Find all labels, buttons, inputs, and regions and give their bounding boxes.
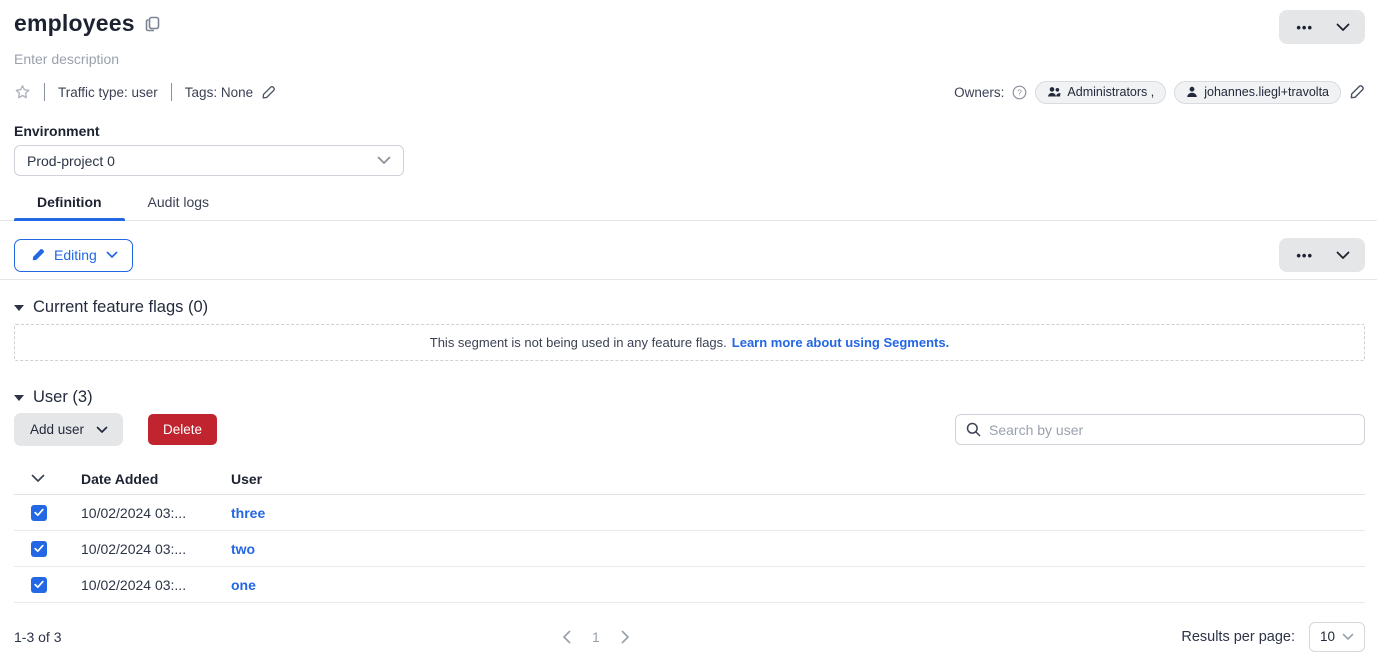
results-per-page: Results per page: 10 [1181,622,1365,652]
check-icon [34,580,44,589]
feature-flags-empty-state: This segment is not being used in any fe… [14,324,1365,361]
user-controls: Add user Delete [0,413,1377,446]
delete-button[interactable]: Delete [148,414,217,445]
table-header-row: Date Added User [14,463,1365,495]
header-actions: ••• [1279,10,1365,44]
traffic-type-label: Traffic type: user [58,85,158,100]
editing-label: Editing [54,247,97,263]
segments-learn-more-link[interactable]: Learn more about using Segments. [732,335,949,350]
group-icon [1047,86,1061,98]
toolbar-chevron-down-icon[interactable] [1326,238,1365,272]
svg-text:?: ? [1018,87,1023,97]
table-row: 10/02/2024 03:... one [14,567,1365,603]
toolbar: Editing ••• [0,238,1377,272]
column-header-date-added: Date Added [81,471,231,487]
cell-date-added: 10/02/2024 03:... [81,577,231,593]
pencil-icon [31,248,45,262]
chevron-down-icon [106,251,118,259]
toolbar-actions: ••• [1279,238,1365,272]
person-icon [1186,86,1198,98]
tags-label: Tags: None [185,85,253,100]
results-range: 1-3 of 3 [14,629,61,645]
chevron-down-icon [1342,633,1354,641]
row-checkbox-checked[interactable] [31,577,47,593]
edit-tags-pencil-icon[interactable] [261,85,276,100]
user-table: Date Added User 10/02/2024 03:... three … [0,463,1377,603]
description-placeholder[interactable]: Enter description [0,51,1377,67]
per-page-select[interactable]: 10 [1309,622,1365,652]
feature-flags-section-toggle[interactable]: Current feature flags (0) [0,298,1377,317]
owner-chip-label: johannes.liegl+travolta [1204,85,1329,99]
environment-label: Environment [0,123,1377,139]
header-chevron-down-icon[interactable] [1326,10,1365,44]
next-page-icon[interactable] [619,628,632,646]
select-all-chevron-down-icon[interactable] [31,474,45,483]
help-icon[interactable]: ? [1012,85,1027,100]
environment-selected-value: Prod-project 0 [27,153,115,169]
column-header-user: User [231,471,1365,487]
meta-row: Traffic type: user Tags: None Owners: ? … [0,82,1377,102]
header: employees ••• [0,0,1377,44]
previous-page-icon[interactable] [560,628,573,646]
collapse-triangle-icon [14,395,24,401]
user-link[interactable]: three [231,505,265,521]
copy-icon[interactable] [145,16,161,32]
collapse-triangle-icon [14,305,24,311]
tab-audit-logs[interactable]: Audit logs [125,194,232,220]
feature-flags-heading: Current feature flags (0) [33,298,208,317]
search-icon [966,422,981,437]
segment-detail-page: employees ••• Enter description Traffic … [0,0,1377,668]
pagination-footer: 1-3 of 3 1 Results per page: 10 [0,621,1377,652]
row-checkbox-checked[interactable] [31,505,47,521]
user-section-toggle[interactable]: User (3) [0,388,1377,407]
check-icon [34,508,44,517]
pager: 1 [560,627,632,647]
page-number[interactable]: 1 [590,627,602,647]
owner-chip-label: Administrators , [1067,85,1154,99]
divider [44,83,45,101]
owner-chip-administrators[interactable]: Administrators , [1035,81,1166,104]
environment-select[interactable]: Prod-project 0 [14,145,404,176]
cell-date-added: 10/02/2024 03:... [81,505,231,521]
search-input[interactable] [989,422,1354,438]
page-title: employees [14,10,135,37]
user-section-heading: User (3) [33,388,93,407]
user-link[interactable]: one [231,577,256,593]
user-link[interactable]: two [231,541,255,557]
divider [0,279,1377,280]
tab-bar: Definition Audit logs [0,194,1377,221]
check-icon [34,544,44,553]
star-icon[interactable] [14,84,31,100]
add-user-label: Add user [30,422,84,437]
table-row: 10/02/2024 03:... three [14,495,1365,531]
header-more-button[interactable]: ••• [1279,10,1326,44]
cell-date-added: 10/02/2024 03:... [81,541,231,557]
results-per-page-label: Results per page: [1181,629,1295,645]
empty-state-text: This segment is not being used in any fe… [430,335,727,350]
add-user-button[interactable]: Add user [14,413,123,446]
chevron-down-icon [377,156,391,165]
toolbar-more-button[interactable]: ••• [1279,238,1326,272]
per-page-value: 10 [1320,629,1335,644]
edit-owners-pencil-icon[interactable] [1349,84,1365,100]
divider [171,83,172,101]
table-row: 10/02/2024 03:... two [14,531,1365,567]
chevron-down-icon [96,426,108,434]
editing-button[interactable]: Editing [14,239,133,272]
owner-chip-user[interactable]: johannes.liegl+travolta [1174,81,1341,104]
owners-label: Owners: [954,85,1004,100]
tab-definition[interactable]: Definition [14,194,125,220]
user-search [955,414,1365,445]
row-checkbox-checked[interactable] [31,541,47,557]
